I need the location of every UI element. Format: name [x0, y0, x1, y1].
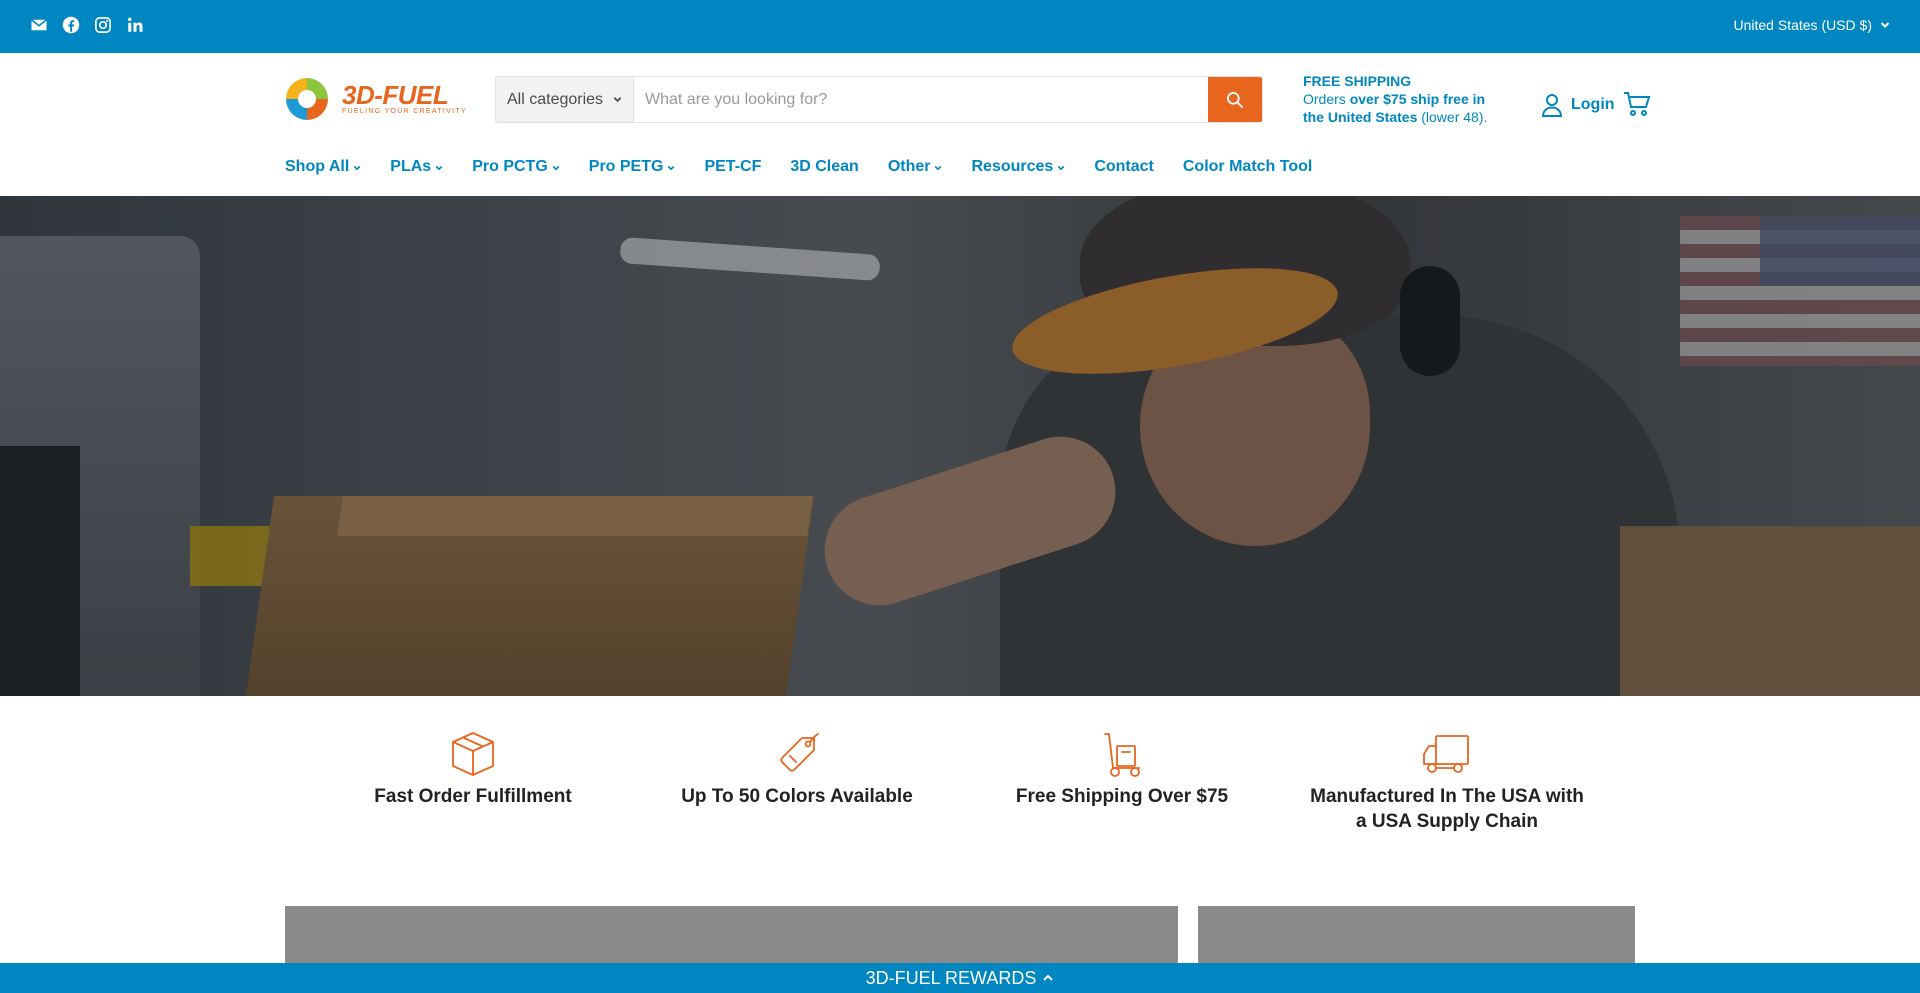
feature-item: Fast Order Fulfillment — [333, 730, 613, 809]
chevron-down-icon — [935, 165, 942, 171]
tag-icon — [772, 730, 822, 778]
free-shipping-notice[interactable]: FREE SHIPPING Orders over $75 ship free … — [1303, 72, 1503, 126]
chevron-down-icon — [552, 165, 560, 171]
linkedin-icon[interactable] — [126, 16, 144, 34]
chevron-down-icon — [613, 97, 622, 103]
hero-banner — [0, 196, 1920, 696]
hand-truck-icon — [1097, 730, 1147, 778]
nav-item-resources[interactable]: Resources — [971, 156, 1065, 178]
nav-item-label: PLAs — [390, 158, 432, 175]
login-label: Login — [1571, 96, 1615, 113]
nav-item-label: Contact — [1094, 158, 1154, 175]
nav-item-pro-pctg[interactable]: Pro PCTG — [472, 156, 560, 178]
nav-item-3d-clean[interactable]: 3D Clean — [790, 156, 858, 178]
currency-selector[interactable]: United States (USD $) — [1734, 17, 1891, 33]
main-nav: Shop All PLAs Pro PCTG Pro PETG PET-CF 3D Cle… — [285, 156, 1341, 178]
free-shipping-text: Orders over $75 ship free in — [1303, 90, 1503, 108]
feature-label: Free Shipping Over $75 — [1015, 786, 1229, 807]
currency-label: United States (USD $) — [1733, 17, 1873, 33]
cart-icon — [1624, 92, 1651, 116]
rewards-label: 3D-FUEL REWARDS — [865, 967, 1037, 988]
nav-item-label: Resources — [971, 158, 1054, 175]
chevron-down-icon — [1057, 165, 1065, 171]
nav-item-shop-all[interactable]: Shop All — [285, 156, 361, 178]
nav-item-other[interactable]: Other — [888, 156, 943, 178]
cart-button[interactable] — [1623, 91, 1651, 117]
shipping-text-suffix: (lower 48). — [1417, 109, 1488, 125]
facebook-icon[interactable] — [62, 16, 80, 34]
search-input[interactable] — [634, 77, 1208, 122]
shipping-text-prefix: Orders — [1303, 91, 1350, 107]
features-row: Fast Order Fulfillment Up To 50 Colors Av… — [0, 730, 1920, 840]
delivery-truck-icon — [1422, 730, 1472, 778]
search-button[interactable] — [1208, 77, 1262, 122]
nav-item-color-match-tool[interactable]: Color Match Tool — [1183, 156, 1312, 178]
chevron-down-icon — [668, 165, 675, 171]
nav-item-label: Pro PETG — [588, 158, 664, 175]
site-logo[interactable]: 3D-FUEL FUELING YOUR CREATIVITY — [284, 76, 472, 122]
nav-item-label: 3D Clean — [790, 158, 859, 175]
chevron-down-icon — [435, 165, 443, 171]
nav-item-label: Pro PCTG — [472, 158, 548, 175]
nav-item-label: Shop All — [285, 158, 350, 175]
shipping-text-bold-1: over $75 ship free in — [1349, 91, 1486, 107]
email-icon[interactable] — [30, 16, 48, 34]
free-shipping-title: FREE SHIPPING — [1303, 73, 1412, 89]
logo-tagline: FUELING YOUR CREATIVITY — [342, 108, 467, 115]
logo-wordmark: 3D-FUEL — [342, 80, 449, 110]
feature-item: Up To 50 Colors Available — [657, 730, 937, 809]
hero-shade — [0, 196, 1920, 696]
nav-item-label: Color Match Tool — [1182, 158, 1313, 175]
nav-item-pet-cf[interactable]: PET-CF — [704, 156, 761, 178]
chevron-up-icon — [1043, 974, 1054, 981]
user-icon — [1541, 94, 1563, 117]
shipping-text-bold-2: the United States — [1303, 109, 1418, 125]
nav-item-label: Other — [887, 158, 931, 175]
chevron-down-icon — [353, 165, 361, 171]
rewards-bar[interactable]: 3D-FUEL REWARDS — [0, 963, 1920, 993]
box-icon — [448, 730, 498, 778]
feature-item: Free Shipping Over $75 — [982, 730, 1262, 809]
category-select-label: All categories — [507, 90, 604, 108]
category-select[interactable]: All categories — [496, 77, 634, 122]
nav-item-plas[interactable]: PLAs — [390, 156, 443, 178]
feature-label: Manufactured In The USA with a USA Suppl… — [1310, 786, 1584, 832]
nav-item-contact[interactable]: Contact — [1094, 156, 1154, 178]
social-links — [30, 16, 144, 34]
feature-label: Up To 50 Colors Available — [681, 786, 913, 807]
search-bar: All categories — [495, 76, 1263, 123]
nav-item-pro-petg[interactable]: Pro PETG — [589, 156, 676, 178]
nav-item-label: PET-CF — [704, 158, 762, 175]
top-bar: United States (USD $) — [0, 0, 1920, 53]
chevron-down-icon — [1880, 22, 1890, 28]
login-link[interactable]: Login — [1541, 93, 1615, 117]
free-shipping-text-2: the United States (lower 48). — [1303, 108, 1503, 126]
feature-item: Manufactured In The USA with a USA Suppl… — [1307, 730, 1587, 834]
search-icon — [1227, 91, 1244, 108]
feature-label: Fast Order Fulfillment — [374, 786, 572, 807]
logo-mark-icon — [286, 78, 328, 120]
instagram-icon[interactable] — [94, 16, 112, 34]
